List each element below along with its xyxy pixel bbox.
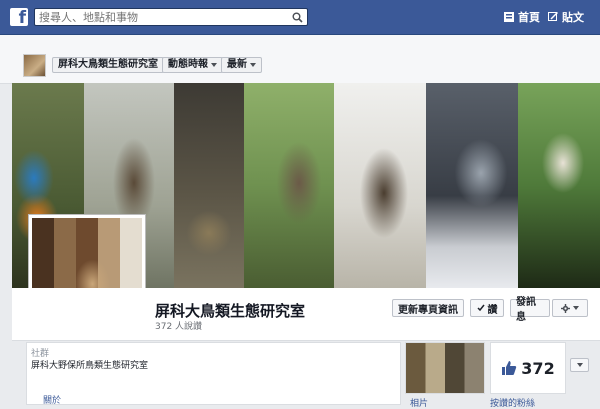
like-count: 372 xyxy=(521,358,555,378)
chevron-down-icon xyxy=(573,306,579,310)
nav-post-label: 貼文 xyxy=(562,11,584,24)
top-navigation-bar: f 首頁 貼文 xyxy=(0,0,600,35)
page-title: 屏科大鳥類生態研究室 xyxy=(155,302,306,320)
gear-icon xyxy=(561,303,570,313)
facebook-logo-letter: f xyxy=(18,8,26,28)
message-button[interactable]: 發訊息 xyxy=(510,297,550,323)
cover-panel-gray-bird xyxy=(426,83,518,288)
update-page-info-label: 更新專頁資訊 xyxy=(398,304,458,316)
nav-home-link[interactable]: 首頁 xyxy=(504,9,540,25)
likes-link[interactable]: 按讚的粉絲 xyxy=(490,396,535,409)
search-box xyxy=(34,8,308,26)
check-icon xyxy=(476,304,485,312)
page-name-label: 屏科大鳥類生態研究室 xyxy=(58,59,158,70)
cover-panel-crested-hawk xyxy=(244,83,334,288)
edit-icon xyxy=(548,12,558,21)
search-icon[interactable] xyxy=(287,9,307,25)
timeline-dropdown[interactable]: 動態時報 xyxy=(162,57,223,73)
photos-thumbnail[interactable] xyxy=(405,342,485,394)
page-description: 屏科大野保所鳥類生態研究室 xyxy=(31,361,149,371)
page-subheader: 屏科大鳥類生態研究室 動態時報 最新 xyxy=(0,35,600,84)
about-section: 社群 屏科大野保所鳥類生態研究室 關於 xyxy=(26,342,401,406)
facebook-logo[interactable]: f xyxy=(10,8,28,28)
likes-box[interactable]: 372 xyxy=(490,342,566,394)
nav-post-link[interactable]: 貼文 xyxy=(548,9,584,25)
cover-panel-owl xyxy=(334,83,426,288)
message-button-label: 發訊息 xyxy=(516,297,536,323)
thumbs-up-icon xyxy=(502,361,517,375)
like-button[interactable]: 讚 xyxy=(470,299,504,317)
chevron-down-icon xyxy=(211,63,217,67)
cover-panel-barn-owl xyxy=(518,83,600,288)
page-name-button[interactable]: 屏科大鳥類生態研究室 xyxy=(52,57,164,73)
about-link[interactable]: 關於 xyxy=(43,393,61,406)
likes-dropdown[interactable] xyxy=(570,358,589,372)
latest-label: 最新 xyxy=(227,59,247,70)
timeline-label: 動態時報 xyxy=(168,59,208,70)
nav-home-label: 首頁 xyxy=(518,11,540,24)
latest-dropdown[interactable]: 最新 xyxy=(221,57,262,73)
page-avatar-small[interactable] xyxy=(23,54,46,77)
like-button-label: 讚 xyxy=(487,304,498,316)
cover-panel-nightjar xyxy=(174,83,244,288)
photos-link[interactable]: 相片 xyxy=(410,396,428,409)
search-input[interactable] xyxy=(35,9,289,25)
home-icon xyxy=(504,12,514,22)
update-page-info-button[interactable]: 更新專頁資訊 xyxy=(392,299,464,317)
settings-dropdown[interactable] xyxy=(552,299,588,317)
chevron-down-icon xyxy=(250,63,256,67)
likes-count-text: 372 人說讚 xyxy=(155,322,203,332)
chevron-down-icon xyxy=(576,363,583,367)
